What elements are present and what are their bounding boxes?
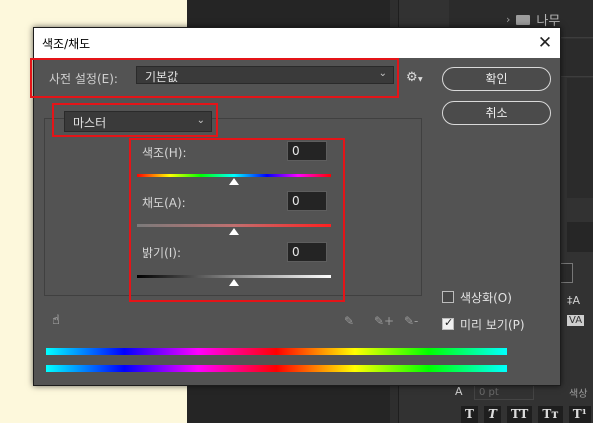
tracking-icon: VA	[567, 315, 585, 326]
dialog-title: 색조/채도	[42, 37, 91, 51]
saturation-label: 채도(A):	[142, 196, 186, 210]
preview-checkbox[interactable]	[442, 316, 454, 330]
chevron-right-icon: ›	[506, 13, 511, 26]
gear-icon[interactable]: ⚙	[406, 70, 418, 85]
targeted-adjustment-hand-icon[interactable]: ☝	[52, 313, 60, 328]
folder-icon	[516, 14, 531, 25]
type-style-buttons: T T TT Tт T¹ T	[461, 406, 593, 423]
preview-label: 미리 보기(P)	[460, 318, 525, 332]
leading-icon: ‡A	[567, 294, 581, 307]
font-style-dropdown[interactable]	[559, 263, 573, 283]
lightness-label: 밝기(I):	[142, 246, 182, 260]
baseline-shift-icon: A	[455, 385, 463, 398]
saturation-slider-thumb[interactable]	[229, 228, 239, 235]
preset-label: 사전 설정(E):	[49, 72, 118, 86]
close-button[interactable]: ✕	[530, 28, 560, 58]
colorize-checkbox[interactable]	[442, 291, 454, 303]
hue-slider-thumb[interactable]	[229, 178, 239, 185]
ok-button[interactable]: 확인	[442, 67, 551, 91]
cancel-button[interactable]: 취소	[442, 101, 551, 125]
eyedropper-icon[interactable]: ✎	[344, 314, 354, 328]
caret-down-icon: ▼	[418, 76, 423, 83]
lightness-input[interactable]: 0	[287, 242, 327, 262]
colorize-label: 색상화(O)	[460, 291, 512, 305]
hue-slider-track[interactable]	[137, 174, 331, 177]
preset-value: 기본값	[145, 70, 179, 84]
output-color-bar	[46, 365, 507, 372]
hue-saturation-dialog: 색조/채도 ✕ 사전 설정(E): 기본값 ⌄ ⚙ ▼ 확인 취소 마스터 ⌄ …	[30, 27, 561, 386]
small-caps-button[interactable]: Tт	[538, 406, 563, 423]
baseline-shift-input[interactable]: 0 pt	[474, 385, 534, 400]
saturation-input[interactable]: 0	[287, 191, 327, 211]
faux-bold-button[interactable]: T	[461, 406, 478, 423]
edit-channel-dropdown[interactable]: 마스터 ⌄	[64, 111, 212, 132]
chevron-down-icon: ⌄	[196, 115, 205, 126]
saturation-slider-track[interactable]	[137, 224, 331, 227]
dialog-titlebar[interactable]: 색조/채도 ✕	[34, 28, 560, 58]
eyedropper-plus-icon[interactable]: ✎+	[374, 314, 394, 328]
superscript-button[interactable]: T¹	[568, 406, 591, 423]
hue-input[interactable]: 0	[287, 141, 327, 161]
panel-tab-strip	[567, 222, 593, 252]
eyedropper-minus-icon[interactable]: ✎-	[404, 314, 418, 328]
all-caps-button[interactable]: TT	[506, 406, 533, 423]
hue-label: 색조(H):	[142, 146, 187, 160]
preset-dropdown[interactable]: 기본값 ⌄	[136, 66, 394, 84]
edit-channel-value: 마스터	[73, 116, 107, 130]
faux-italic-button[interactable]: T	[483, 406, 501, 423]
lightness-slider-thumb[interactable]	[229, 279, 239, 286]
lightness-slider-track[interactable]	[137, 275, 331, 278]
color-label: 색상	[569, 389, 588, 400]
chevron-down-icon: ⌄	[378, 68, 387, 79]
panel-scroll-area	[567, 78, 593, 198]
input-color-bar	[46, 348, 507, 355]
